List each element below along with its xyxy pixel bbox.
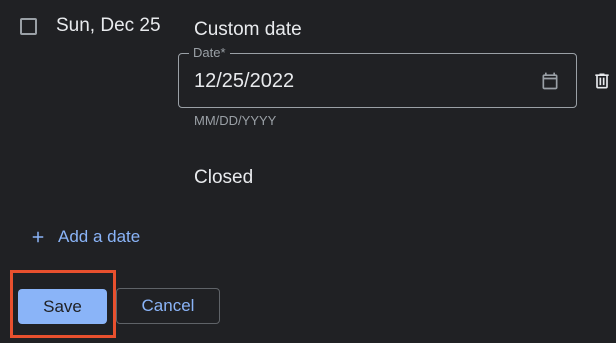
date-format-hint: MM/DD/YYYY (194, 113, 277, 128)
save-button[interactable]: Save (18, 289, 107, 324)
date-field[interactable]: Date* 12/25/2022 (178, 45, 577, 108)
status-label: Closed (194, 167, 254, 188)
trash-icon[interactable] (592, 71, 612, 91)
add-date-label: Add a date (58, 227, 141, 246)
calendar-icon[interactable] (540, 71, 560, 91)
custom-date-label: Custom date (194, 19, 302, 40)
date-field-label: Date* (189, 45, 230, 61)
add-date-button[interactable]: Add a date (29, 225, 140, 249)
day-label: Sun, Dec 25 (56, 15, 161, 36)
special-hours-editor: Sun, Dec 25 Custom date Date* 12/25/2022… (0, 0, 616, 343)
cancel-button[interactable]: Cancel (116, 288, 220, 324)
plus-icon (32, 231, 44, 243)
date-input[interactable]: 12/25/2022 (194, 70, 294, 93)
day-checkbox[interactable] (20, 18, 37, 35)
